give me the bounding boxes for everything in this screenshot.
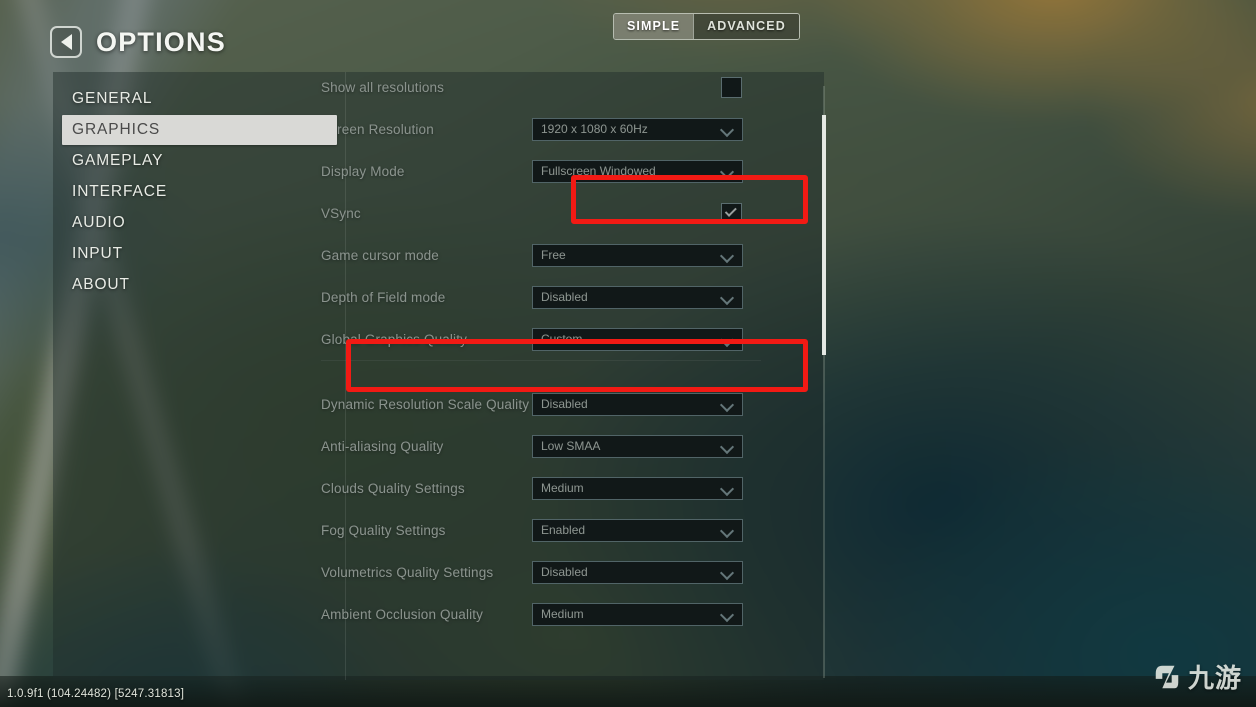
sidebar-item-graphics[interactable]: GRAPHICS <box>62 115 337 145</box>
sidebar-item-label: GENERAL <box>72 90 153 107</box>
sidebar-item-input[interactable]: INPUT <box>62 239 337 269</box>
background-bottom-shade <box>0 676 1256 707</box>
sidebar-item-label: GAMEPLAY <box>72 152 164 169</box>
back-arrow-icon[interactable] <box>50 26 82 58</box>
watermark-logo-icon <box>1155 665 1179 688</box>
game-options-screen: OPTIONS GENERAL GRAPHICS GAMEPLAY INTERFACE… <box>0 0 1256 707</box>
sidebar-item-audio[interactable]: AUDIO <box>62 208 337 238</box>
options-sidebar: GENERAL GRAPHICS GAMEPLAY INTERFACE AUDIO INP… <box>62 84 337 301</box>
page-title: OPTIONS <box>96 26 226 57</box>
sidebar-item-label: INPUT <box>72 245 123 262</box>
sidebar-item-interface[interactable]: INTERFACE <box>62 177 337 207</box>
sidebar-item-label: ABOUT <box>72 276 130 293</box>
options-panel: GENERAL GRAPHICS GAMEPLAY INTERFACE AUDIO INP… <box>53 72 824 680</box>
sidebar-item-label: GRAPHICS <box>72 121 161 138</box>
tab-advanced[interactable]: ADVANCED <box>693 14 799 39</box>
panel-divider <box>345 72 346 680</box>
watermark: 九游 <box>1152 658 1242 695</box>
settings-scrollbar-thumb[interactable] <box>822 115 826 355</box>
mode-tab-group: SIMPLE ADVANCED <box>613 13 800 40</box>
page-header: OPTIONS <box>50 26 226 58</box>
sidebar-item-general[interactable]: GENERAL <box>62 84 337 114</box>
version-text: 1.0.9f1 (104.24482) [5247.31813] <box>7 688 185 700</box>
tab-simple[interactable]: SIMPLE <box>614 14 694 39</box>
sidebar-item-about[interactable]: ABOUT <box>62 270 337 300</box>
sidebar-item-label: AUDIO <box>72 214 126 231</box>
back-triangle-glyph <box>60 34 72 50</box>
sidebar-item-gameplay[interactable]: GAMEPLAY <box>62 146 337 176</box>
watermark-text: 九游 <box>1187 664 1242 694</box>
sidebar-item-label: INTERFACE <box>72 183 168 200</box>
